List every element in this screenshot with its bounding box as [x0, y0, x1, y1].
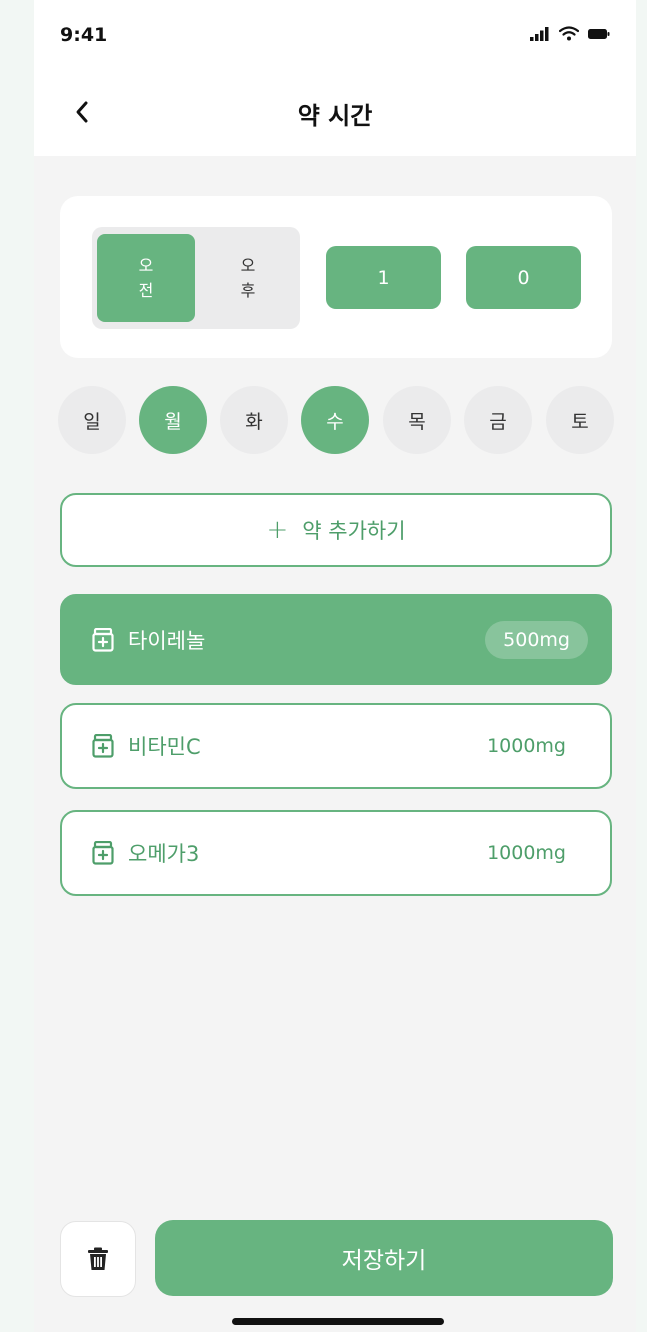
wifi-icon [559, 26, 579, 41]
am-pm-toggle: 오 전 오 후 [92, 227, 300, 329]
time-picker-card: 오 전 오 후 1 0 [60, 196, 612, 358]
status-icons [530, 26, 610, 41]
medication-item[interactable]: 비타민C 1000mg [60, 703, 612, 789]
status-bar: 9:41 [34, 0, 636, 72]
pill-bottle-icon [92, 734, 114, 758]
weekday-selector: 일 월 화 수 목 금 토 [58, 386, 614, 454]
medication-dose: 500mg [485, 620, 588, 659]
trash-icon [88, 1247, 108, 1270]
medication-dose: 1000mg [487, 735, 566, 757]
plus-icon: + [266, 515, 289, 545]
medication-name: 오메가3 [128, 842, 200, 866]
pill-bottle-icon [92, 841, 114, 865]
day-sun[interactable]: 일 [58, 386, 126, 454]
day-mon[interactable]: 월 [139, 386, 207, 454]
add-medication-label: 약 추가하기 [302, 519, 406, 543]
am-button[interactable]: 오 전 [97, 234, 195, 322]
page-title: 약 시간 [297, 102, 373, 130]
medication-item[interactable]: 오메가3 1000mg [60, 810, 612, 896]
medication-item[interactable]: 타이레놀 500mg [60, 594, 612, 685]
add-medication-button[interactable]: + 약 추가하기 [60, 493, 612, 567]
phone-screen: 9:41 약 시간 오 전 오 후 1 0 일 월 화 수 목 금 토 + 약 … [34, 0, 636, 1332]
day-wed[interactable]: 수 [301, 386, 369, 454]
medication-name: 비타민C [128, 735, 201, 759]
medication-dose: 1000mg [487, 842, 566, 864]
battery-icon [588, 28, 610, 39]
day-tue[interactable]: 화 [220, 386, 288, 454]
medication-name: 타이레놀 [128, 628, 206, 653]
delete-button[interactable] [60, 1221, 136, 1297]
save-button[interactable]: 저장하기 [155, 1220, 613, 1296]
pill-bottle-icon [92, 627, 114, 652]
day-sat[interactable]: 토 [546, 386, 614, 454]
day-fri[interactable]: 금 [464, 386, 532, 454]
minute-field[interactable]: 0 [466, 246, 581, 309]
pm-button[interactable]: 오 후 [199, 234, 297, 322]
home-indicator [232, 1318, 444, 1325]
hour-field[interactable]: 1 [326, 246, 441, 309]
signal-icon [530, 26, 549, 41]
navigation-bar: 약 시간 [34, 72, 636, 156]
day-thu[interactable]: 목 [383, 386, 451, 454]
status-time: 9:41 [60, 24, 108, 46]
